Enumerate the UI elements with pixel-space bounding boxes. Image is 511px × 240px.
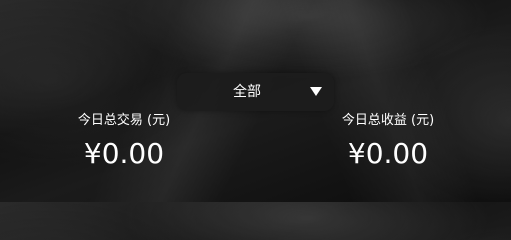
period-filter-dropdown[interactable]: 全部 <box>177 73 334 111</box>
today-total-earnings: 今日总收益 (元) ¥0.00 <box>322 113 454 170</box>
period-filter-label: 全部 <box>233 84 261 100</box>
today-total-transactions: 今日总交易 (元) ¥0.00 <box>58 113 190 170</box>
today-total-earnings-label: 今日总收益 (元) <box>341 113 435 128</box>
caret-down-icon <box>310 87 322 96</box>
today-total-transactions-label: 今日总交易 (元) <box>77 113 171 128</box>
today-total-transactions-value: ¥0.00 <box>83 137 165 170</box>
today-total-earnings-value: ¥0.00 <box>347 137 429 170</box>
